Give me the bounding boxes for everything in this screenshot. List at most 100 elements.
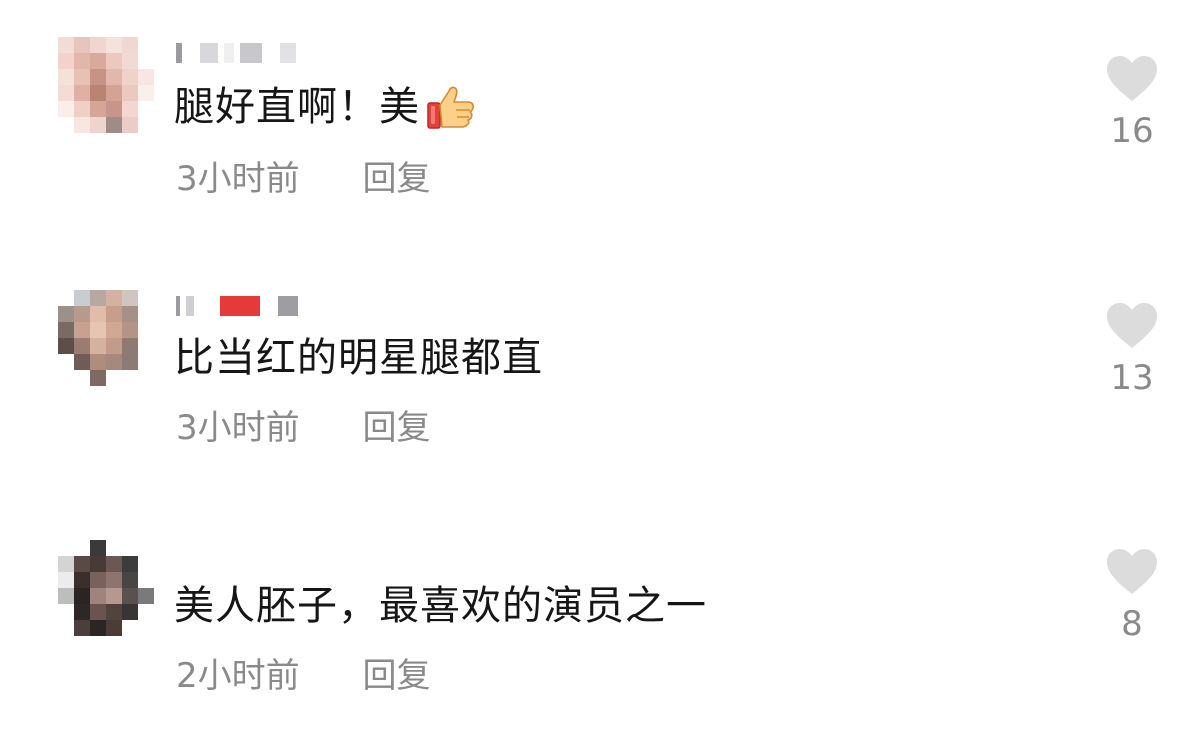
username-text <box>176 522 177 523</box>
username-pixel <box>186 296 194 316</box>
avatar-pixel <box>74 604 90 620</box>
avatar-pixel <box>138 572 154 588</box>
avatar-pixel <box>106 101 122 117</box>
avatar-pixel <box>106 53 122 69</box>
avatar-pixel <box>58 604 74 620</box>
avatar[interactable] <box>58 37 154 133</box>
avatar-pixel <box>138 370 154 386</box>
avatar-pixel <box>106 290 122 306</box>
like-button[interactable]: 8 <box>1100 548 1164 644</box>
avatar-pixel <box>90 354 106 370</box>
avatar-pixel <box>106 322 122 338</box>
avatar-pixel <box>74 354 90 370</box>
avatar-pixel <box>74 85 90 101</box>
username[interactable] <box>176 290 298 316</box>
avatar-pixel <box>58 306 74 322</box>
avatar[interactable] <box>58 540 154 636</box>
avatar-pixel <box>138 604 154 620</box>
avatar-pixel <box>106 620 122 636</box>
avatar-pixel <box>122 338 138 354</box>
like-count: 16 <box>1110 111 1154 151</box>
avatar-pixel <box>122 572 138 588</box>
comment-meta: 3小时前 回复 <box>176 408 430 448</box>
like-button[interactable]: 16 <box>1100 55 1164 151</box>
avatar-pixel <box>138 69 154 85</box>
comment-body: 比当红的明星腿都直 <box>174 335 543 381</box>
avatar-pixel <box>122 306 138 322</box>
comment-time: 3小时前 <box>176 408 300 448</box>
avatar-pixel <box>138 556 154 572</box>
avatar-pixel <box>106 588 122 604</box>
username-pixel <box>188 43 194 63</box>
avatar-pixel <box>122 604 138 620</box>
avatar-pixel <box>138 85 154 101</box>
avatar-pixel <box>138 540 154 556</box>
avatar-pixel <box>74 556 90 572</box>
avatar-pixel <box>58 540 74 556</box>
avatar-pixel <box>74 540 90 556</box>
avatar-pixel <box>58 588 74 604</box>
avatar-pixel <box>106 556 122 572</box>
comment-meta: 2小时前 回复 <box>176 656 430 696</box>
avatar-pixel <box>138 101 154 117</box>
avatar-pixel <box>106 338 122 354</box>
avatar-pixel <box>74 322 90 338</box>
avatar-pixel <box>74 53 90 69</box>
avatar-pixel <box>138 620 154 636</box>
avatar-pixel <box>122 37 138 53</box>
username-pixel <box>220 296 260 316</box>
avatar-pixel <box>106 37 122 53</box>
avatar-pixel <box>122 540 138 556</box>
username-pixel <box>266 296 272 316</box>
avatar-pixel <box>58 556 74 572</box>
avatar-pixel <box>122 53 138 69</box>
reply-button[interactable]: 回复 <box>362 656 430 696</box>
avatar-pixel <box>122 290 138 306</box>
avatar-pixel <box>58 572 74 588</box>
comment-item: 腿好直啊！美 3小时前 回复 16 <box>0 37 1200 237</box>
avatar-pixel <box>74 572 90 588</box>
avatar-pixel <box>106 117 122 133</box>
avatar-pixel <box>106 604 122 620</box>
avatar-pixel <box>122 620 138 636</box>
reply-button[interactable]: 回复 <box>362 408 430 448</box>
avatar-pixel <box>90 604 106 620</box>
username-pixel <box>176 296 180 316</box>
avatar-pixel <box>74 117 90 133</box>
reply-button[interactable]: 回复 <box>362 159 430 199</box>
avatar-pixel <box>58 322 74 338</box>
avatar-pixel <box>74 370 90 386</box>
username-pixel <box>240 43 262 63</box>
avatar-pixel <box>58 53 74 69</box>
avatar-pixel <box>106 354 122 370</box>
username-pixel <box>200 43 218 63</box>
heart-icon <box>1107 56 1157 101</box>
avatar-pixel <box>90 37 106 53</box>
avatar-pixel <box>58 37 74 53</box>
thumbs-up-icon <box>426 84 476 130</box>
avatar-pixel <box>122 370 138 386</box>
avatar-pixel <box>138 354 154 370</box>
username[interactable] <box>176 37 296 63</box>
username-text <box>176 37 177 38</box>
avatar-pixel <box>122 117 138 133</box>
avatar-pixel <box>90 338 106 354</box>
avatar[interactable] <box>58 290 154 386</box>
avatar-pixel <box>106 370 122 386</box>
avatar-pixel <box>138 338 154 354</box>
avatar-pixel <box>74 290 90 306</box>
avatar-pixel <box>106 69 122 85</box>
comment-body: 腿好直啊！美 <box>174 84 420 130</box>
avatar-pixel <box>58 370 74 386</box>
avatar-pixel <box>74 306 90 322</box>
avatar-pixel <box>90 322 106 338</box>
username-pixel <box>280 43 296 63</box>
like-button[interactable]: 13 <box>1100 302 1164 398</box>
avatar-pixel <box>74 588 90 604</box>
avatar-pixel <box>138 53 154 69</box>
avatar-pixel <box>90 572 106 588</box>
heart-icon <box>1107 549 1157 594</box>
comment-time: 2小时前 <box>176 656 300 696</box>
avatar-pixel <box>74 620 90 636</box>
username-pixel <box>224 43 234 63</box>
